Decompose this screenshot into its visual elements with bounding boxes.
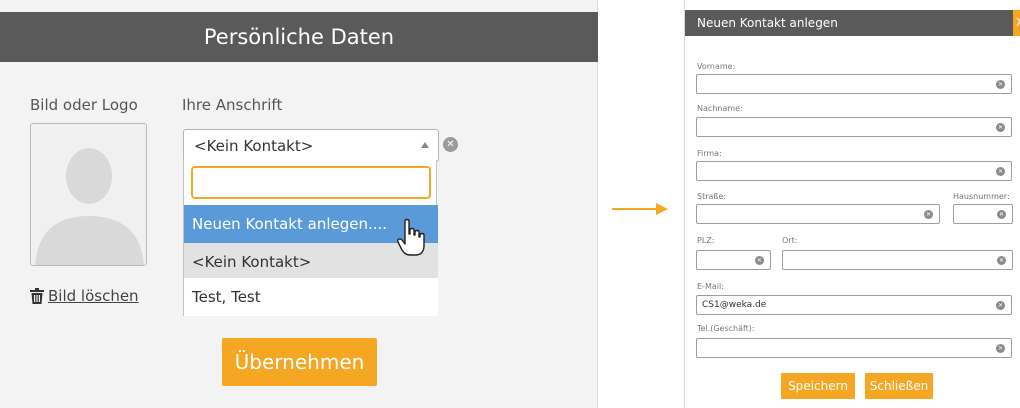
clear-select-icon[interactable]: ✕: [443, 137, 458, 152]
trash-icon: [30, 288, 44, 304]
label-tel: Tel.(Geschäft):: [697, 324, 755, 333]
email-value: CS1@weka.de: [702, 300, 767, 310]
label-strasse: Straße:: [697, 192, 727, 201]
clear-plz-icon[interactable]: ✕: [755, 256, 764, 265]
caret-up-icon: [421, 142, 429, 148]
label-hausnummer: Hausnummer:: [953, 192, 1010, 201]
photo-label: Bild oder Logo: [30, 96, 138, 114]
dropdown-search-input[interactable]: [191, 166, 431, 199]
apply-button[interactable]: Übernehmen: [222, 338, 377, 386]
vorname-field[interactable]: ✕: [696, 74, 1012, 94]
nachname-field[interactable]: ✕: [696, 117, 1012, 137]
tel-field[interactable]: ✕: [696, 338, 1012, 358]
email-field[interactable]: CS1@weka.de ✕: [696, 295, 1012, 315]
hausnummer-field[interactable]: ✕: [953, 204, 1013, 224]
address-label: Ihre Anschrift: [182, 96, 283, 114]
label-plz: PLZ:: [697, 236, 715, 245]
label-firma: Firma:: [697, 149, 722, 158]
contact-select[interactable]: <Kein Kontakt>: [183, 129, 439, 162]
arrow-right-icon: [612, 203, 668, 215]
hand-pointer-icon: [397, 218, 425, 256]
label-email: E-Mail:: [697, 282, 724, 291]
contact-select-value: <Kein Kontakt>: [194, 137, 314, 155]
dialog-close-button[interactable]: X: [1013, 10, 1020, 36]
firma-field[interactable]: ✕: [696, 161, 1012, 181]
ort-field[interactable]: ✕: [782, 250, 1013, 270]
label-nachname: Nachname:: [697, 104, 743, 113]
clear-email-icon[interactable]: ✕: [996, 301, 1005, 310]
clear-tel-icon[interactable]: ✕: [996, 344, 1005, 353]
clear-hausnummer-icon[interactable]: ✕: [997, 210, 1006, 219]
person-silhouette-icon: [31, 124, 146, 265]
clear-firma-icon[interactable]: ✕: [996, 167, 1005, 176]
delete-image-link[interactable]: Bild löschen: [30, 287, 139, 305]
save-button[interactable]: Speichern: [781, 373, 855, 399]
strasse-field[interactable]: ✕: [696, 204, 940, 224]
personal-data-panel: Persönliche Daten Bild oder Logo Bild lö…: [0, 0, 598, 408]
plz-field[interactable]: ✕: [696, 250, 771, 270]
clear-ort-icon[interactable]: ✕: [997, 256, 1006, 265]
label-vorname: Vorname:: [697, 62, 736, 71]
delete-image-label: Bild löschen: [48, 287, 139, 305]
panel-title: Persönliche Daten: [0, 12, 598, 62]
clear-vorname-icon[interactable]: ✕: [996, 80, 1005, 89]
avatar-placeholder[interactable]: [30, 123, 147, 266]
label-ort: Ort:: [782, 236, 798, 245]
clear-strasse-icon[interactable]: ✕: [924, 210, 933, 219]
dialog-title: Neuen Kontakt anlegen: [685, 10, 1020, 36]
option-test-contact[interactable]: Test, Test: [184, 278, 438, 316]
new-contact-dialog: Neuen Kontakt anlegen X Vorname: ✕ Nachn…: [684, 0, 1020, 408]
close-button[interactable]: Schließen: [865, 373, 933, 399]
clear-nachname-icon[interactable]: ✕: [996, 123, 1005, 132]
